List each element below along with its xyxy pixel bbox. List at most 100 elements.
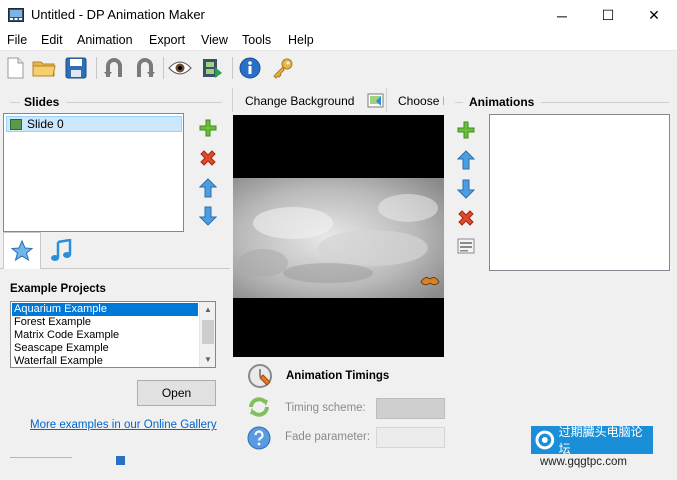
slides-list[interactable]: Slide 0 <box>3 113 184 232</box>
panel-separator <box>386 88 387 112</box>
down-arrow-icon <box>199 206 217 226</box>
add-icon <box>199 119 217 137</box>
canvas-letterbox-bottom <box>233 298 444 357</box>
save-button[interactable] <box>63 55 89 81</box>
choose-effect-label: Choose E <box>398 94 444 108</box>
redo-icon <box>137 58 155 77</box>
timing-scheme-label: Timing scheme: <box>285 402 366 414</box>
open-folder-icon <box>32 61 56 77</box>
animations-list[interactable] <box>489 114 670 271</box>
move-slide-up-button[interactable] <box>198 178 218 198</box>
info-icon <box>239 57 261 79</box>
group-divider <box>10 102 20 103</box>
change-background-button[interactable]: Change Background <box>245 91 385 111</box>
slide-item[interactable]: Slide 0 <box>6 116 182 132</box>
list-item[interactable]: Matrix Code Example <box>12 329 198 342</box>
menu-view[interactable]: View <box>201 33 228 47</box>
panel-separator <box>232 88 233 112</box>
delete-animation-button[interactable] <box>456 208 476 228</box>
properties-icon <box>457 238 475 254</box>
toolbar <box>0 52 677 84</box>
minimize-icon: ─ <box>557 7 567 24</box>
register-key-button[interactable] <box>270 55 296 81</box>
animation-timings-panel: Animation Timings Timing scheme: Fade pa… <box>237 360 445 455</box>
timing-scheme-select[interactable] <box>376 398 445 419</box>
delete-icon <box>458 210 474 226</box>
menu-export[interactable]: Export <box>149 33 185 47</box>
up-arrow-icon <box>457 150 475 170</box>
menu-animation[interactable]: Animation <box>77 33 133 47</box>
animation-timings-label: Animation Timings <box>286 370 390 382</box>
fade-parameter-select[interactable] <box>376 427 445 448</box>
slide-thumbnail-icon <box>10 118 22 130</box>
tab-examples[interactable] <box>3 232 41 269</box>
watermark-badge: 过期臓头电脑论坛 <box>531 425 653 456</box>
save-icon <box>65 57 87 79</box>
maximize-button[interactable]: ☐ <box>585 0 631 31</box>
delete-icon <box>200 150 216 166</box>
group-divider <box>541 102 669 103</box>
export-button[interactable] <box>199 55 225 81</box>
group-divider <box>455 102 463 103</box>
refresh-icon <box>249 397 269 417</box>
close-button[interactable]: ✕ <box>631 0 677 31</box>
new-file-button[interactable] <box>2 55 28 81</box>
menu-help[interactable]: Help <box>288 33 314 47</box>
animation-preview-canvas[interactable] <box>233 178 444 298</box>
list-item[interactable]: Seascape Example <box>12 342 198 355</box>
minimize-button[interactable]: ─ <box>539 0 585 31</box>
preview-eye-icon <box>168 61 192 75</box>
list-item[interactable]: Forest Example <box>12 316 198 329</box>
toolbar-separator <box>163 57 164 79</box>
close-icon: ✕ <box>648 7 660 23</box>
list-item[interactable]: Aquarium Example <box>12 303 198 316</box>
menu-edit[interactable]: Edit <box>41 33 63 47</box>
animations-label: Animations <box>469 95 535 109</box>
menu-bar: File Edit Animation Export View Tools He… <box>0 31 677 51</box>
list-scrollbar[interactable]: ▲ ▼ <box>199 302 215 367</box>
up-arrow-icon <box>199 178 217 198</box>
undo-icon <box>104 58 122 77</box>
preview-button[interactable] <box>167 55 193 81</box>
watermark-text: 过期臓头电脑论坛 <box>558 425 643 456</box>
example-projects-list[interactable]: Aquarium Example Forest Example Matrix C… <box>10 301 216 368</box>
move-animation-down-button[interactable] <box>456 179 476 199</box>
star-icon <box>10 239 34 262</box>
menu-tools[interactable]: Tools <box>242 33 271 47</box>
info-button[interactable] <box>237 55 263 81</box>
add-slide-button[interactable] <box>198 118 218 138</box>
move-slide-down-button[interactable] <box>198 206 218 226</box>
tab-music[interactable] <box>42 234 80 268</box>
new-file-icon <box>7 57 24 79</box>
scroll-up-icon[interactable]: ▲ <box>200 302 215 316</box>
open-example-button[interactable]: Open <box>137 380 216 406</box>
app-icon <box>8 8 24 22</box>
background-image-icon <box>367 93 384 108</box>
menu-file[interactable]: File <box>7 33 27 47</box>
fade-parameter-label: Fade parameter: <box>285 431 371 443</box>
open-folder-button[interactable] <box>31 55 57 81</box>
music-note-icon <box>51 239 72 261</box>
online-gallery-link[interactable]: More examples in our Online Gallery <box>30 419 217 431</box>
add-animation-button[interactable] <box>456 120 476 140</box>
list-item[interactable]: Waterfall Example <box>12 355 198 367</box>
redo-button[interactable] <box>132 55 158 81</box>
status-indicator <box>116 456 125 465</box>
window-title: Untitled - DP Animation Maker <box>31 7 205 22</box>
add-icon <box>457 121 475 139</box>
undo-button[interactable] <box>101 55 127 81</box>
toolbar-separator <box>232 57 233 79</box>
group-divider <box>66 102 222 103</box>
delete-slide-button[interactable] <box>198 148 218 168</box>
maximize-icon: ☐ <box>601 7 615 23</box>
scroll-down-icon[interactable]: ▼ <box>200 352 215 366</box>
properties-button[interactable] <box>456 236 476 256</box>
key-icon <box>273 58 293 79</box>
scroll-thumb[interactable] <box>202 320 214 344</box>
canvas-letterbox-top <box>233 115 444 178</box>
slides-label: Slides <box>24 95 60 109</box>
move-animation-up-button[interactable] <box>456 150 476 170</box>
timing-clock-icon <box>248 364 272 388</box>
choose-effect-button[interactable]: Choose E <box>398 91 444 111</box>
toolbar-separator <box>96 57 97 79</box>
